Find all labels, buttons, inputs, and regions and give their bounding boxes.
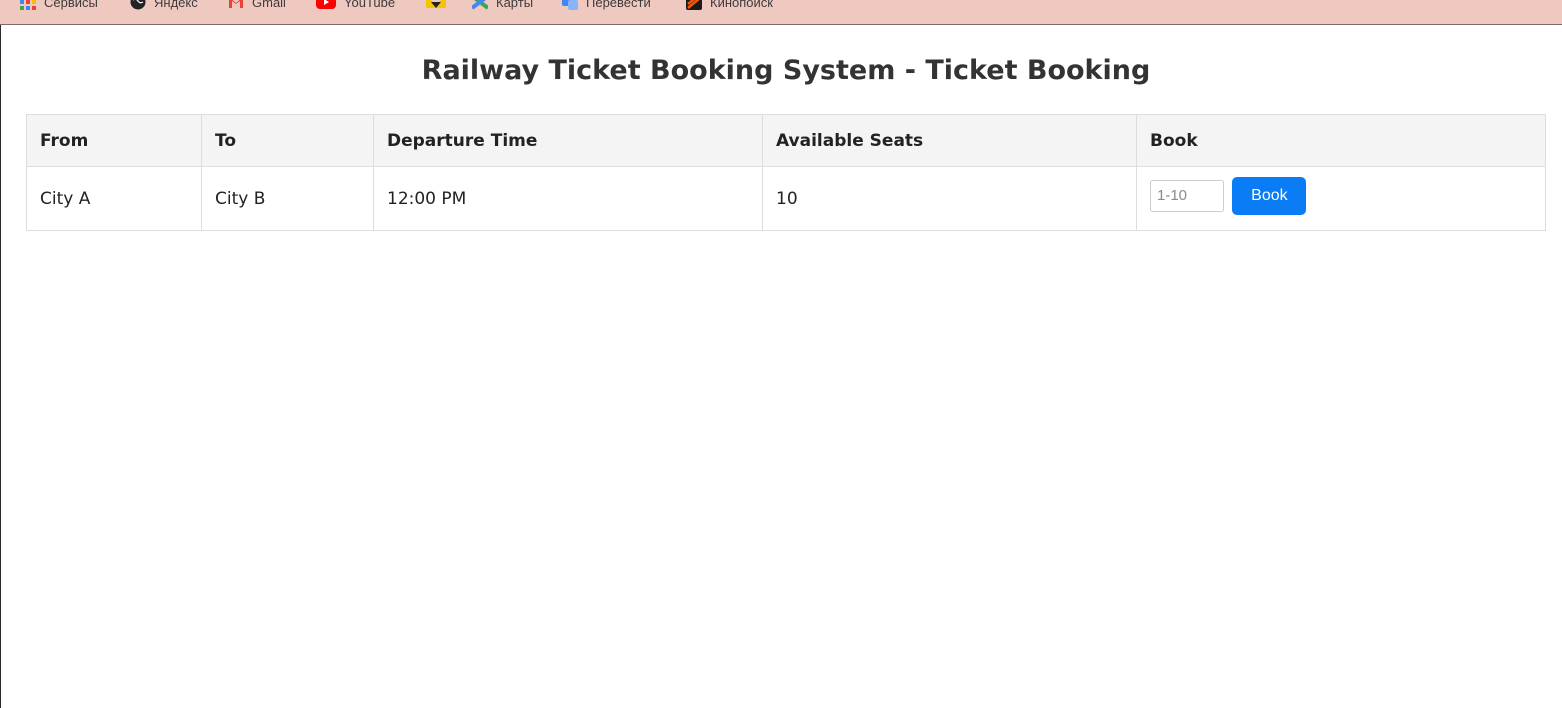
- bookmark-yellow[interactable]: [426, 0, 454, 13]
- bookmark-label: Gmail: [252, 0, 286, 10]
- page-title: Railway Ticket Booking System - Ticket B…: [421, 55, 1151, 86]
- yellow-logo-icon: [426, 0, 446, 10]
- cell-departure-time: 12:00 PM: [373, 166, 763, 231]
- trains-table: From To Departure Time Available Seats B…: [26, 114, 1546, 231]
- table-row: City A City B 12:00 PM 10 Book: [26, 166, 1546, 231]
- kinopoisk-icon: [686, 0, 702, 10]
- bookmark-label: Сервисы: [44, 0, 98, 10]
- seats-quantity-input[interactable]: [1150, 179, 1224, 212]
- bookmark-label: Кинопоиск: [710, 0, 773, 10]
- bookmark-label: Яндекс: [154, 0, 198, 10]
- cell-available-seats: 10: [762, 166, 1137, 231]
- gmail-icon: [228, 0, 244, 10]
- bookmark-youtube[interactable]: YouTube: [316, 0, 395, 13]
- cell-from: City A: [26, 166, 202, 231]
- bookmark-gmail[interactable]: Gmail: [228, 0, 286, 13]
- bookmark-label: Перевести: [586, 0, 651, 10]
- book-button[interactable]: Book: [1232, 176, 1307, 215]
- column-header-departure-time: Departure Time: [373, 114, 763, 167]
- globe-icon: [130, 0, 146, 10]
- column-header-to: To: [201, 114, 374, 167]
- bookmark-translate[interactable]: Перевести: [562, 0, 651, 13]
- maps-icon: [470, 0, 490, 10]
- bookmarks-bar: Сервисы Яндекс Gmail YouTube Карты Перев…: [0, 0, 1562, 25]
- bookmark-maps[interactable]: Карты: [470, 0, 534, 13]
- column-header-book: Book: [1136, 114, 1546, 167]
- cell-to: City B: [201, 166, 374, 231]
- column-header-available-seats: Available Seats: [762, 114, 1137, 167]
- youtube-icon: [316, 0, 336, 10]
- bookmark-yandex[interactable]: Яндекс: [130, 0, 198, 13]
- translate-icon: [562, 0, 578, 10]
- apps-grid-icon: [20, 0, 36, 10]
- bookmark-label: Карты: [496, 0, 534, 10]
- cell-book: Book: [1136, 166, 1546, 231]
- column-header-from: From: [26, 114, 202, 167]
- bookmark-label: YouTube: [344, 0, 396, 10]
- bookmark-services[interactable]: Сервисы: [20, 0, 98, 13]
- table-header-row: From To Departure Time Available Seats B…: [26, 114, 1546, 167]
- bookmark-kinopoisk[interactable]: Кинопоиск: [686, 0, 773, 13]
